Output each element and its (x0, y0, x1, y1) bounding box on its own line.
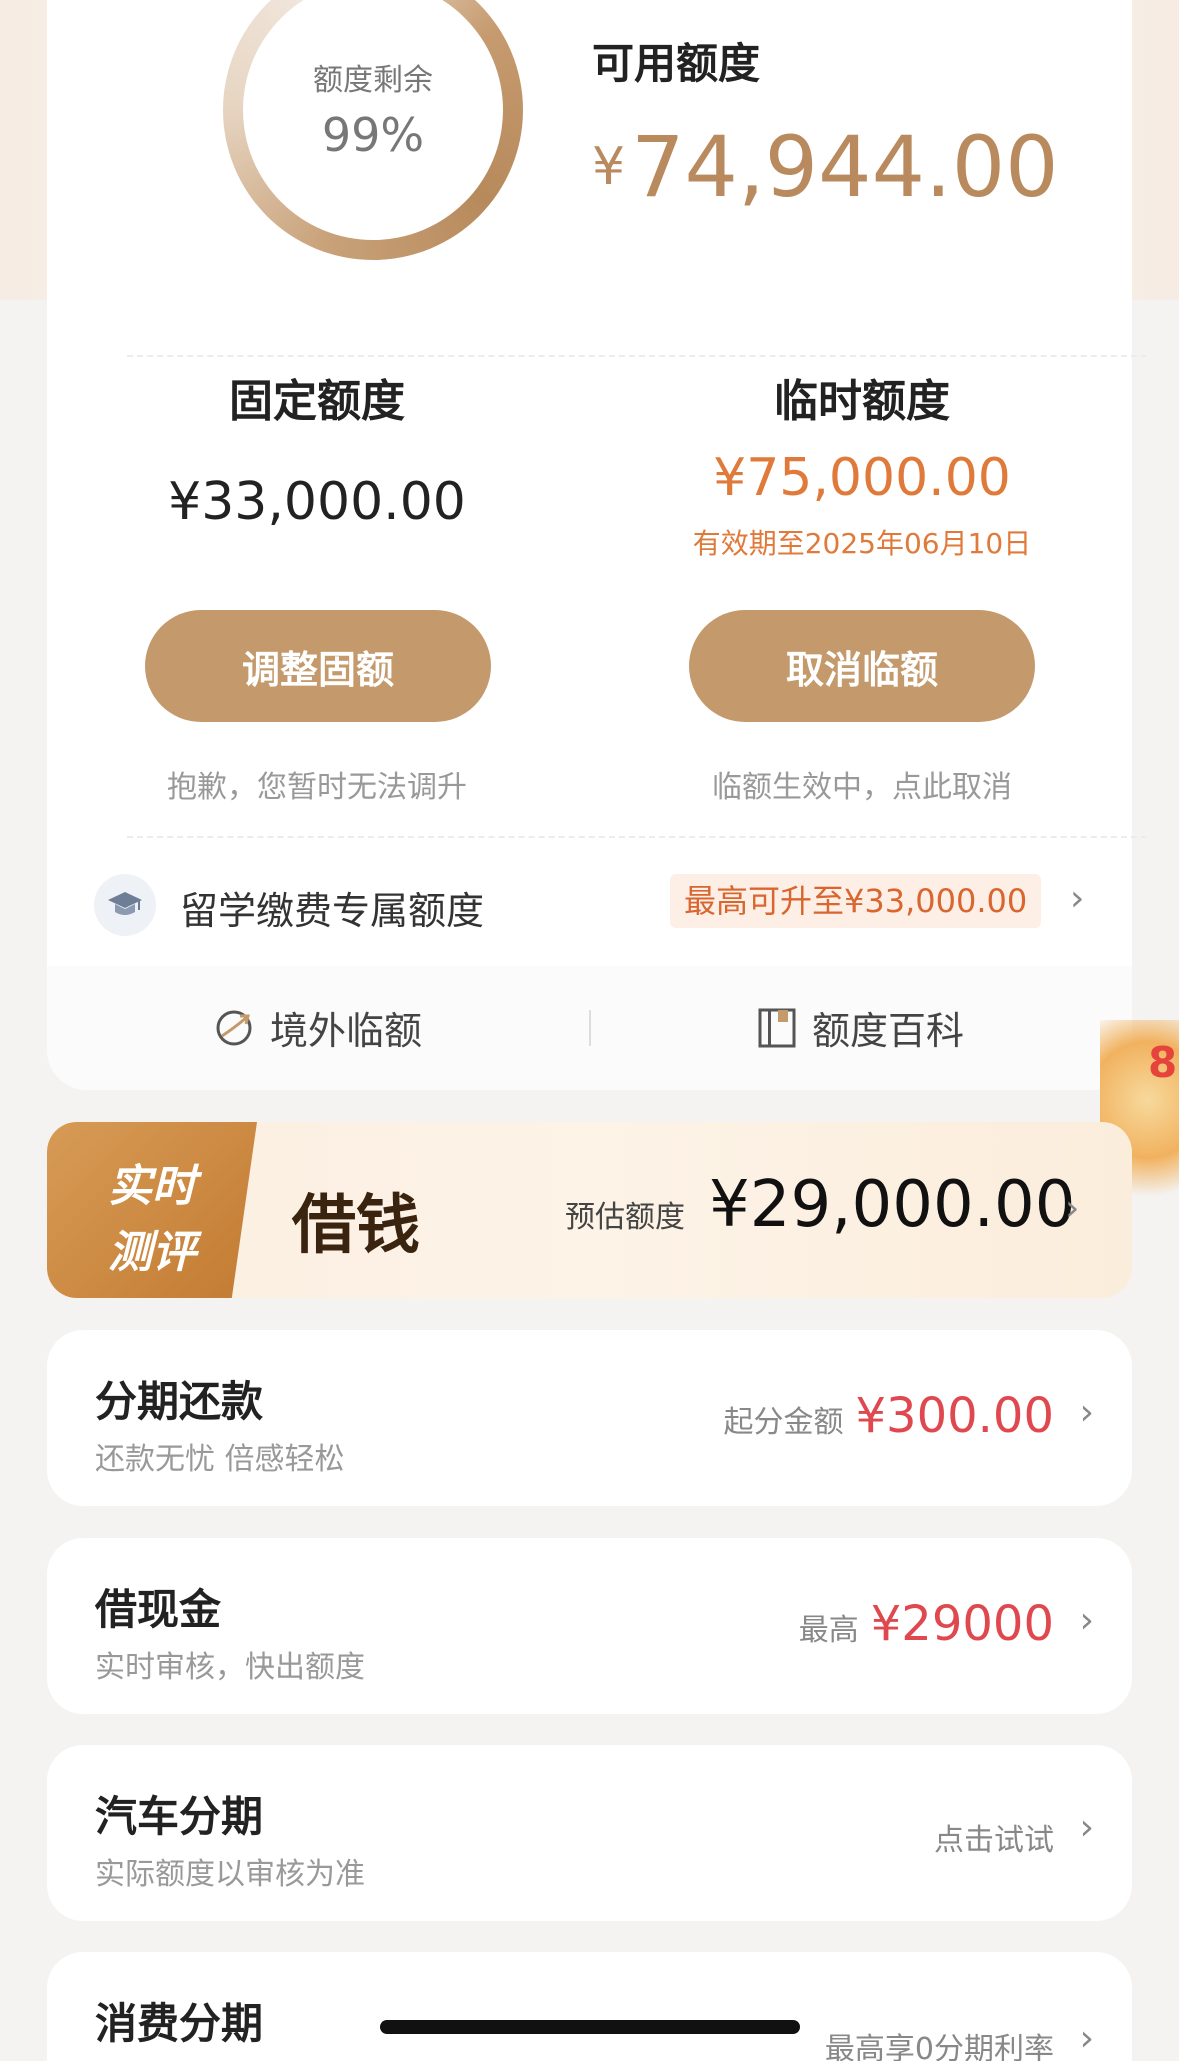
fixed-quota-note: 抱歉，您暂时无法调升 (167, 770, 467, 805)
list-item-label: 点击试试 (934, 1823, 1054, 1858)
study-quota-tag: 最高可升至¥33,000.00 (670, 874, 1042, 928)
cancel-temp-quota-button[interactable]: 取消临额 (689, 610, 1035, 722)
temp-quota-title: 临时额度 (774, 376, 950, 427)
temp-quota-note[interactable]: 临额生效中，点此取消 (592, 762, 1132, 806)
temp-quota-validity: 有效期至2025年06月10日 (692, 527, 1032, 560)
adjust-fixed-quota-button[interactable]: 调整固额 (145, 610, 491, 722)
list-item-subtitle: 实时审核，快出额度 (95, 1650, 365, 1685)
ring-label: 额度剩余 (313, 63, 433, 98)
study-quota-label[interactable]: 留学缴费专属额度 (180, 880, 484, 935)
list-item-subtitle: 还款无忧 倍感轻松 (95, 1442, 345, 1477)
list-item-value: ¥300.00 (855, 1388, 1055, 1444)
list-item-subtitle: 实际额度以审核为准 (95, 1857, 365, 1892)
estimated-quota-label: 预估额度 (565, 1200, 685, 1235)
dashed-divider (127, 355, 1147, 357)
loan-banner-title: 借钱 (292, 1188, 420, 1263)
list-item-cash-loan[interactable]: 借现金 实时审核，快出额度 最高 ¥29000 › (47, 1538, 1132, 1714)
chevron-right-icon: › (1079, 2018, 1094, 2059)
list-item-car-installment[interactable]: 汽车分期 实际额度以审核为准 点击试试 › (47, 1745, 1132, 1921)
realtime-eval-tag-line2: 测评 (108, 1227, 196, 1278)
list-item-title: 借现金 (95, 1585, 222, 1634)
list-item-value: ¥29000 (870, 1596, 1054, 1652)
overseas-temp-quota-link[interactable]: 境外临额 (212, 1000, 422, 1055)
globe-arrow-icon (216, 1010, 252, 1045)
list-item-title: 汽车分期 (95, 1792, 264, 1841)
list-item-label: 最高 (798, 1613, 859, 1648)
quota-encyclopedia-link[interactable]: 额度百科 (756, 1000, 964, 1055)
fixed-quota-title: 固定额度 (229, 376, 405, 427)
list-item-consumer-installment[interactable]: 消费分期 最高享0分期利率 › (47, 1952, 1132, 2061)
fixed-quota-amount: ¥33,000.00 (168, 472, 466, 532)
dashed-divider (127, 836, 1147, 838)
list-item-label: 最高享0分期利率 (824, 2032, 1054, 2061)
realtime-eval-tag-line1: 实时 (108, 1161, 196, 1212)
available-amount: ¥74,944.00 (592, 118, 1059, 216)
list-item-label: 起分金额 (723, 1405, 844, 1440)
sub-bar-divider (589, 1010, 591, 1046)
list-item-installment-repay[interactable]: 分期还款 还款无忧 倍感轻松 起分金额 ¥300.00 › (47, 1330, 1132, 1506)
ring-percent: 99% (321, 108, 425, 162)
chevron-right-icon: › (1079, 1600, 1094, 1641)
home-indicator[interactable] (380, 2020, 800, 2034)
estimated-quota-amount: ¥29,000.00 (709, 1168, 1076, 1242)
available-amount-value: 74,944.00 (631, 118, 1059, 216)
book-icon (758, 1008, 796, 1047)
temp-quota-amount: ¥75,000.00 (713, 448, 1011, 508)
promo-float-text: 8 (1148, 1038, 1178, 1087)
chevron-right-icon: › (1079, 1807, 1094, 1848)
list-item-title: 消费分期 (95, 1999, 264, 2048)
overseas-temp-quota-label: 境外临额 (270, 1009, 423, 1053)
currency-symbol: ¥ (592, 137, 626, 197)
list-item-title: 分期还款 (95, 1377, 264, 1426)
chevron-right-icon: › (1065, 1188, 1080, 1229)
available-title: 可用额度 (592, 39, 761, 88)
chevron-right-icon: › (1079, 1392, 1094, 1433)
chevron-right-icon[interactable]: › (1070, 878, 1084, 919)
quota-encyclopedia-label: 额度百科 (812, 1009, 965, 1053)
loan-banner[interactable]: 实时 测评 借钱 预估额度 ¥29,000.00 › (47, 1122, 1132, 1298)
graduation-cap-icon (94, 874, 156, 936)
